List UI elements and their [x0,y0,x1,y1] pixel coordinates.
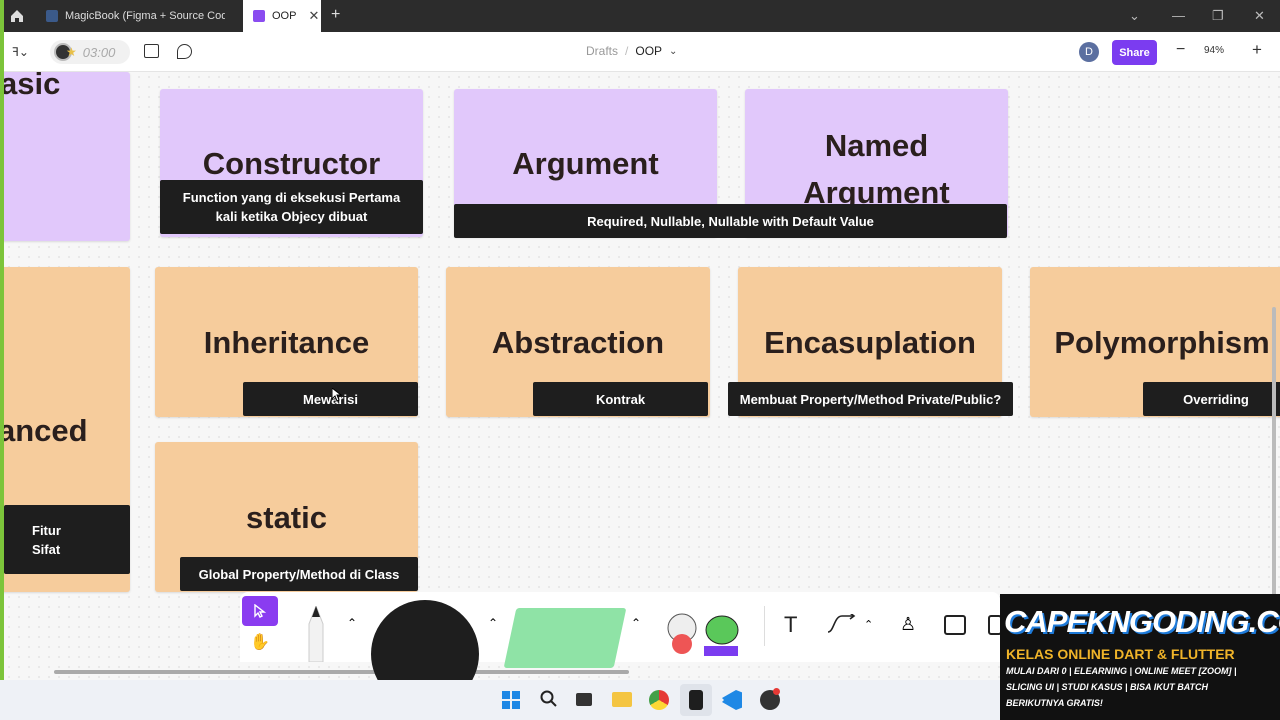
file-name[interactable]: OOP [635,44,662,58]
connector-icon[interactable] [826,612,856,639]
vertical-scrollbar[interactable] [1272,307,1276,597]
mouse-cursor-icon [331,386,343,407]
promo-line: BERIKUTNYA GRATIS! [1006,698,1103,708]
zoom-in-icon[interactable]: + [1252,40,1262,60]
promo-brand: CAPEKNGODING.COM [1004,604,1280,639]
horizontal-scrollbar[interactable] [54,670,629,674]
window-frame-edge [0,0,4,680]
chevron-up-icon[interactable]: ⌃ [347,616,357,630]
card-title: Named Argument [803,128,950,210]
layout-icon[interactable] [144,44,159,58]
vscode-icon[interactable] [722,690,742,710]
note-encapsulation[interactable]: Membuat Property/Method Private/Public? [728,382,1013,416]
close-icon[interactable]: ✕ [308,8,319,24]
card-title: asic [4,72,61,101]
share-button[interactable]: Share [1112,40,1157,65]
card-title: Polymorphism [1054,325,1270,360]
pencil-icon[interactable] [306,604,326,667]
windows-taskbar [0,680,1000,720]
notification-dot [773,688,780,695]
zoom-out-icon[interactable]: − [1176,41,1185,59]
promo-banner: CAPEKNGODING.COM KELAS ONLINE DART & FLU… [1000,594,1280,720]
comment-icon[interactable] [177,44,192,59]
figma-toolbar: ꟻ⌄ ★ 03:00 Drafts / OOP ⌄ D Share − 94% … [0,32,1280,72]
tab-oop[interactable]: OOP ✕ [243,0,321,32]
section-icon[interactable] [944,615,966,635]
note-line: Sifat [32,541,61,557]
text-icon[interactable]: T [784,612,797,638]
chevron-up-icon[interactable]: ⌃ [631,616,641,630]
canvas[interactable]: asic Constructor Function yang di ekseku… [4,72,1280,680]
breadcrumb-separator: / [625,44,629,58]
search-icon[interactable] [540,690,558,713]
figma-menu-icon[interactable]: ꟻ⌄ [12,45,29,59]
card-basic[interactable]: asic [4,72,130,241]
chrome-icon[interactable] [649,690,669,710]
home-icon[interactable] [10,9,24,23]
promo-line: MULAI DARI 0 | ELEARNING | ONLINE MEET [… [1006,666,1237,676]
card-title: static [246,500,327,535]
breadcrumb: Drafts / OOP ⌄ [586,44,677,58]
note-constructor[interactable]: Function yang di eksekusi Pertama kali k… [160,180,423,234]
note-advanced[interactable]: Fitur Sifat [4,505,130,574]
note-polymorphism[interactable]: Overriding [1143,382,1280,416]
file-explorer-icon[interactable] [612,692,632,707]
star-icon: ★ [66,45,77,59]
windows-start-icon[interactable] [502,691,520,714]
zoom-level[interactable]: 94% [1204,45,1224,56]
promo-headline: KELAS ONLINE DART & FLUTTER [1006,646,1235,662]
timer-widget[interactable]: ★ 03:00 [50,40,130,64]
divider [764,606,765,646]
restore-icon[interactable]: ❐ [1212,8,1224,24]
task-view-icon[interactable] [576,693,592,706]
avatar[interactable]: D [1079,42,1099,62]
tool-dock: ✋ ⌃ ⌃ ⌃ T ⌃ ♙ [240,592,1002,708]
note-inheritance[interactable]: Mewarisi [243,382,418,416]
note-abstraction[interactable]: Kontrak [533,382,708,416]
note-argument[interactable]: Required, Nullable, Nullable with Defaul… [454,204,1007,238]
chevron-up-icon[interactable]: ⌃ [488,616,498,630]
tab-label: MagicBook (Figma + Source Code kh [65,10,225,22]
stickers-tool[interactable] [664,610,744,658]
figma-icon[interactable] [680,684,712,716]
browser-tab-bar: MagicBook (Figma + Source Code kh OOP ✕ … [0,0,1280,32]
figma-file-icon [253,10,265,22]
card-title: Constructor [202,146,381,181]
note-line: Fitur [32,522,61,538]
window-close-icon[interactable]: ✕ [1254,8,1265,24]
hand-icon[interactable]: ✋ [250,632,270,652]
note-static[interactable]: Global Property/Method di Class [180,557,418,591]
chevron-up-icon[interactable]: ⌃ [864,618,873,631]
card-title: Encasuplation [764,325,976,360]
stamp-icon[interactable]: ♙ [900,614,916,635]
card-title: Argument [512,146,659,181]
minimize-icon[interactable]: — [1172,8,1185,23]
tab-label: OOP [272,10,297,22]
sticky-note-tool[interactable] [503,608,627,668]
figma-file-icon [46,10,58,22]
card-title: Inheritance [203,325,370,360]
card-title: Abstraction [491,325,665,360]
breadcrumb-drafts[interactable]: Drafts [586,44,618,58]
timer-value: 03:00 [82,44,116,60]
new-tab-icon[interactable]: + [331,6,340,24]
cursor-icon[interactable] [242,596,278,626]
card-title: anced [4,413,88,448]
chevron-down-icon[interactable]: ⌄ [669,46,677,57]
promo-line: SLICING UI | STUDI KASUS | BISA IKUT BAT… [1006,682,1209,692]
chevron-down-icon[interactable]: ⌄ [1129,8,1140,24]
tab-magicbook[interactable]: MagicBook (Figma + Source Code kh [36,0,242,32]
